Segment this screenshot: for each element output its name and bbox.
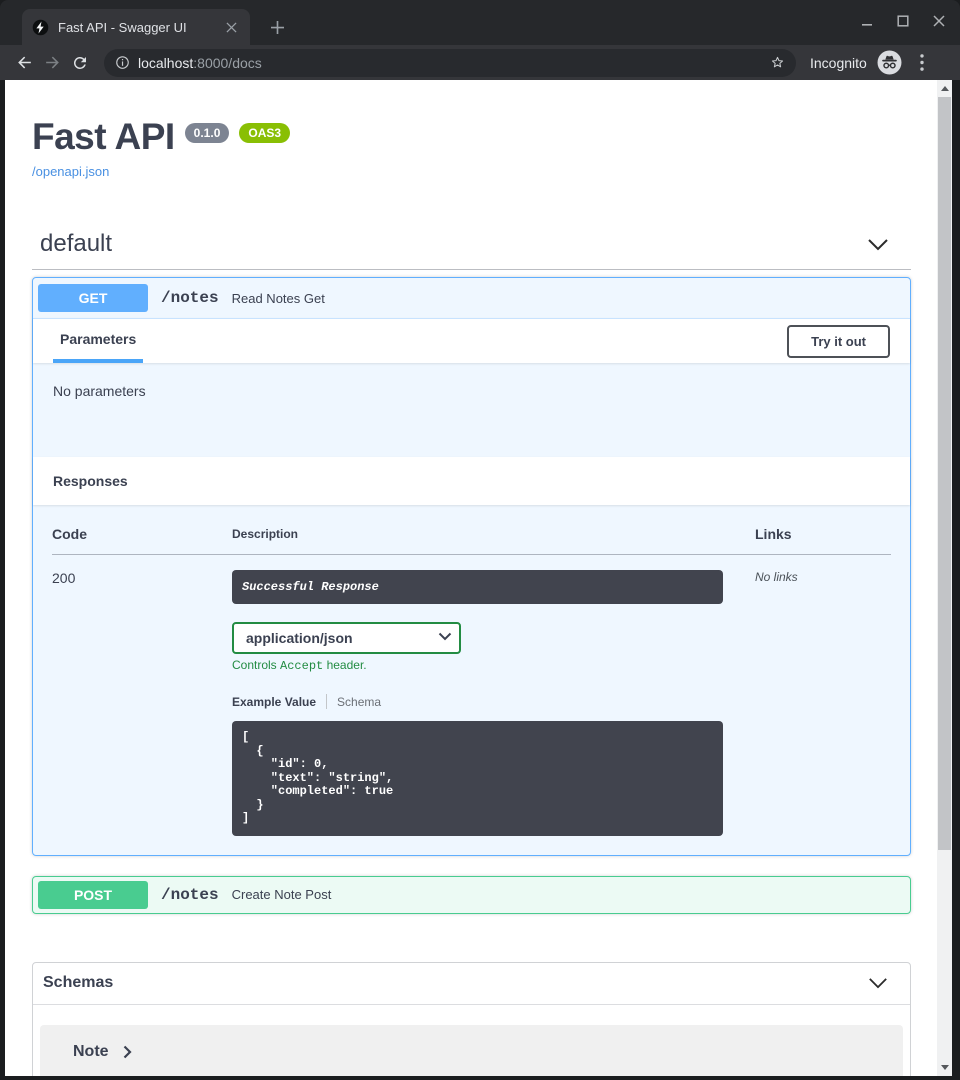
page-scrollbar[interactable]: [937, 80, 952, 1076]
maximize-icon[interactable]: [892, 10, 914, 32]
browser-toolbar: localhost:8000/docs Incognito: [0, 45, 960, 80]
address-bar[interactable]: localhost:8000/docs: [104, 49, 796, 77]
post-method-badge: POST: [38, 881, 148, 909]
api-info: Fast API 0.1.0 OAS3 /openapi.json: [32, 80, 911, 181]
post-summary-text: Create Note Post: [232, 887, 332, 902]
responses-table: Code Description Links 200 Successful Re…: [52, 526, 891, 836]
chevron-right-icon: [123, 1045, 132, 1059]
opblock-get-notes: GET /notes Read Notes Get Parameters Try…: [32, 277, 911, 856]
tag-title: default: [40, 230, 112, 258]
try-it-out-button[interactable]: Try it out: [787, 325, 890, 358]
response-description-cell: Successful Response application/json: [232, 555, 755, 836]
responses-body: Code Description Links 200 Successful Re…: [33, 505, 910, 855]
openapi-spec-link[interactable]: /openapi.json: [32, 164, 109, 179]
col-header-code: Code: [52, 526, 232, 555]
col-header-description: Description: [232, 526, 755, 555]
model-note-row[interactable]: Note: [40, 1025, 903, 1077]
fastapi-favicon-icon: [32, 19, 49, 36]
model-name: Note: [73, 1043, 109, 1061]
media-type-select[interactable]: application/json: [232, 622, 461, 654]
responses-header: Responses: [33, 457, 910, 505]
controls-accept-hint: Controls Accept header.: [232, 658, 755, 673]
minimize-icon[interactable]: [856, 10, 878, 32]
media-type-control: application/json Controls Accept header.: [232, 622, 755, 673]
response-row-200: 200 Successful Response application/json: [52, 555, 891, 836]
example-json-code: [ { "id": 0, "text": "string", "complete…: [232, 721, 723, 836]
parameters-tab-label: Parameters: [60, 331, 136, 347]
post-summary-row[interactable]: POST /notes Create Note Post: [33, 877, 910, 913]
browser-tabstrip: Fast API - Swagger UI: [0, 0, 960, 45]
tab-parameters[interactable]: Parameters: [53, 319, 143, 363]
site-info-icon[interactable]: [115, 55, 130, 70]
scrollbar-thumb[interactable]: [938, 97, 951, 850]
bookmark-star-icon[interactable]: [769, 54, 786, 71]
tab-schema[interactable]: Schema: [337, 695, 381, 709]
schemas-section: Schemas Note: [32, 962, 911, 1077]
browser-menu-icon[interactable]: [910, 51, 934, 75]
response-description-box: Successful Response: [232, 570, 723, 604]
reload-icon[interactable]: [66, 49, 94, 77]
response-links: No links: [755, 555, 891, 836]
scrollbar-down-icon[interactable]: [937, 1060, 952, 1075]
url-text: localhost:8000/docs: [138, 55, 769, 71]
incognito-indicator: Incognito: [810, 50, 902, 75]
tag-header-default[interactable]: default: [32, 230, 911, 270]
tab-title: Fast API - Swagger UI: [58, 20, 213, 35]
forward-icon[interactable]: [38, 49, 66, 77]
response-code: 200: [52, 555, 232, 836]
get-summary-text: Read Notes Get: [232, 291, 325, 306]
opblock-post-notes: POST /notes Create Note Post: [32, 876, 911, 914]
scrollbar-up-icon[interactable]: [937, 81, 952, 96]
col-header-links: Links: [755, 526, 891, 555]
parameters-header: Parameters Try it out: [33, 318, 910, 363]
post-path-link[interactable]: /notes: [161, 886, 219, 904]
get-path-link[interactable]: /notes: [161, 289, 219, 307]
tag-section-default: default GET /notes Read Notes Get Parame…: [32, 230, 911, 914]
url-path: :8000/docs: [193, 55, 262, 71]
example-schema-tabs: Example Value Schema: [232, 694, 755, 709]
back-icon[interactable]: [10, 49, 38, 77]
schemas-body: Note: [33, 1005, 910, 1077]
chevron-down-icon: [867, 238, 889, 251]
version-badge: 0.1.0: [185, 123, 230, 143]
tab-close-icon[interactable]: [222, 18, 240, 36]
schemas-title: Schemas: [43, 974, 113, 992]
get-method-badge: GET: [38, 284, 148, 312]
schemas-header[interactable]: Schemas: [33, 963, 910, 1005]
url-host: localhost: [138, 55, 193, 71]
incognito-icon: [877, 50, 902, 75]
browser-tab[interactable]: Fast API - Swagger UI: [22, 9, 250, 45]
tab-separator: [326, 694, 327, 709]
new-tab-button[interactable]: [264, 14, 290, 40]
window-controls: [856, 10, 950, 32]
tab-example-value[interactable]: Example Value: [232, 695, 316, 709]
get-summary-row[interactable]: GET /notes Read Notes Get: [33, 278, 910, 318]
schemas-chevron-down-icon: [868, 977, 888, 989]
no-parameters-text: No parameters: [33, 363, 910, 457]
incognito-label: Incognito: [810, 55, 867, 71]
page-title: Fast API: [32, 118, 175, 155]
close-window-icon[interactable]: [928, 10, 950, 32]
oas3-badge: OAS3: [239, 123, 290, 143]
page-viewport: Fast API 0.1.0 OAS3 /openapi.json defaul…: [5, 80, 937, 1076]
